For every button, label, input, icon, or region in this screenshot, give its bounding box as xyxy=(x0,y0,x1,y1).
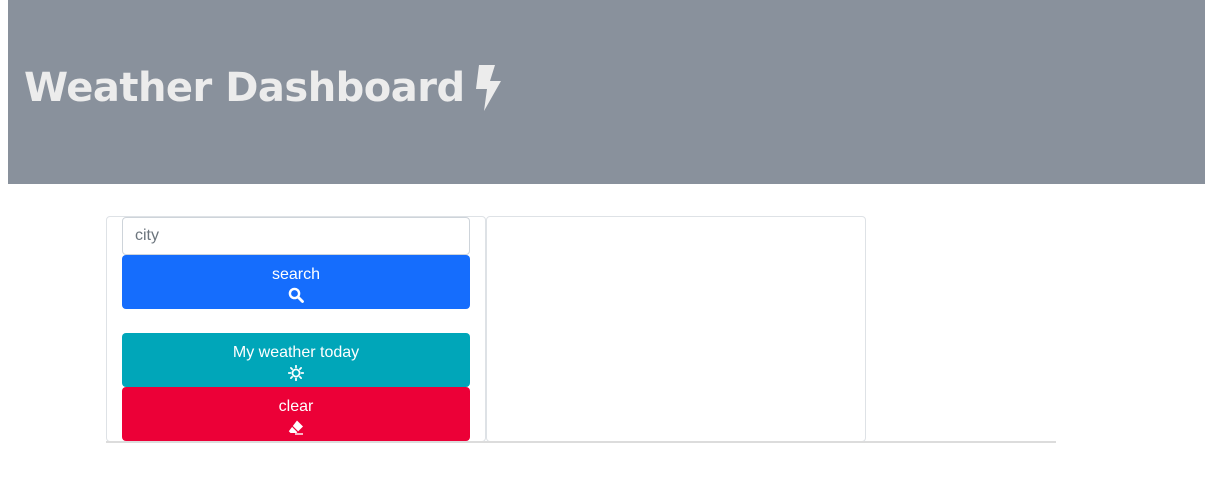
page-title-text: Weather Dashboard xyxy=(24,65,465,111)
city-input[interactable] xyxy=(122,217,470,255)
page-title: Weather Dashboard xyxy=(24,62,503,114)
search-icon xyxy=(288,287,304,303)
my-weather-today-label: My weather today xyxy=(232,344,360,361)
search-button-label: search xyxy=(271,266,321,283)
clear-button[interactable]: clear xyxy=(122,387,470,441)
divider xyxy=(106,441,1056,443)
eraser-icon xyxy=(288,420,303,435)
results-panel xyxy=(486,216,866,442)
my-weather-today-button[interactable]: My weather today xyxy=(122,333,470,387)
clear-button-label: clear xyxy=(278,398,314,415)
bolt-icon xyxy=(475,65,501,111)
search-button[interactable]: search xyxy=(122,255,470,309)
sun-icon xyxy=(288,365,304,381)
